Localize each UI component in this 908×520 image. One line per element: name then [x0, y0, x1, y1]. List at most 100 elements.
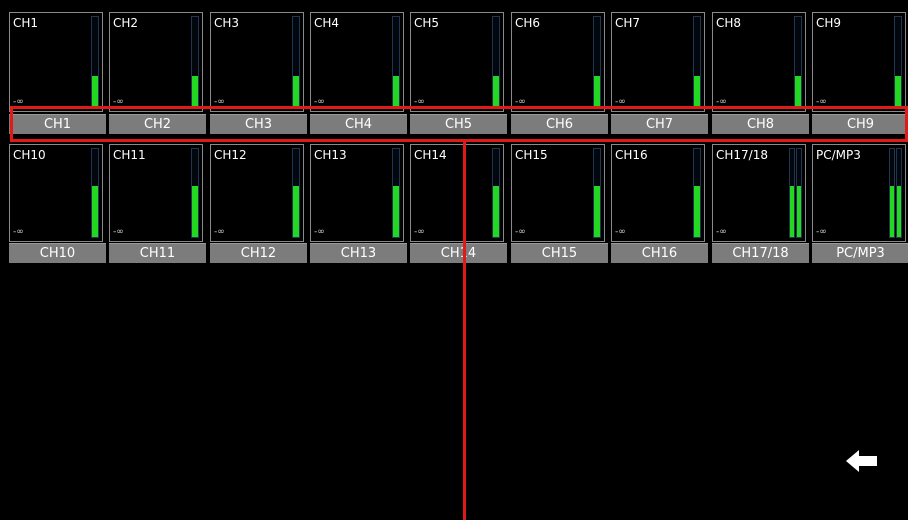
- channel-select-button[interactable]: CH11: [109, 243, 206, 263]
- level-meter: [693, 148, 701, 238]
- channel-select-button[interactable]: PC/MP3: [812, 243, 908, 263]
- meter-panel[interactable]: CH14 -∞: [410, 144, 504, 242]
- meter-panel[interactable]: CH6 -∞: [511, 12, 605, 112]
- meter-panel[interactable]: CH17/18 -∞: [712, 144, 806, 242]
- channel-name-label: CH8: [716, 16, 742, 30]
- channel-select-button[interactable]: CH3: [210, 114, 307, 134]
- channel-select-button[interactable]: CH6: [511, 114, 608, 134]
- channel-select-button[interactable]: CH10: [9, 243, 106, 263]
- channel-name-label: CH7: [615, 16, 641, 30]
- meter-panel[interactable]: CH10 -∞: [9, 144, 103, 242]
- level-meter-fill: [92, 185, 98, 237]
- level-readout: -∞: [113, 227, 124, 237]
- meter-panel[interactable]: CH16 -∞: [611, 144, 705, 242]
- level-meter: [91, 16, 99, 108]
- level-readout: -∞: [716, 227, 727, 237]
- level-meter-fill: [795, 75, 801, 107]
- channel-name-label: CH13: [314, 148, 347, 162]
- level-readout: -∞: [13, 227, 24, 237]
- level-meter-stereo-l: [889, 148, 895, 238]
- level-readout: -∞: [615, 97, 626, 107]
- channel-select-button[interactable]: CH15: [511, 243, 608, 263]
- level-meter: [392, 148, 400, 238]
- channel-name-label: CH10: [13, 148, 46, 162]
- level-meter: [593, 16, 601, 108]
- meter-panel[interactable]: CH8 -∞: [712, 12, 806, 112]
- level-readout: -∞: [615, 227, 626, 237]
- level-meter: [191, 16, 199, 108]
- meter-panel[interactable]: CH11 -∞: [109, 144, 203, 242]
- level-readout: -∞: [113, 97, 124, 107]
- level-meter-fill: [797, 185, 801, 237]
- channel-name-label: CH14: [414, 148, 447, 162]
- channel-name-label: CH16: [615, 148, 648, 162]
- back-arrow-icon: [846, 450, 877, 472]
- level-meter-fill: [92, 75, 98, 107]
- level-readout: -∞: [414, 227, 425, 237]
- level-meter-stereo-r: [796, 148, 802, 238]
- channel-select-button[interactable]: CH5: [410, 114, 507, 134]
- channel-select-button[interactable]: CH4: [310, 114, 407, 134]
- level-meter-fill: [694, 185, 700, 237]
- level-readout: -∞: [214, 227, 225, 237]
- meter-panel[interactable]: CH3 -∞: [210, 12, 304, 112]
- meter-panel[interactable]: CH9 -∞: [812, 12, 906, 112]
- level-meter-stereo-r: [896, 148, 902, 238]
- meter-panel[interactable]: PC/MP3 -∞: [812, 144, 906, 242]
- level-meter-fill: [493, 75, 499, 107]
- level-meter-fill: [895, 75, 901, 107]
- channel-select-button[interactable]: CH14: [410, 243, 507, 263]
- back-button[interactable]: [846, 449, 878, 473]
- channel-select-button[interactable]: CH7: [611, 114, 708, 134]
- channel-select-button[interactable]: CH2: [109, 114, 206, 134]
- level-readout: -∞: [515, 97, 526, 107]
- level-readout: -∞: [716, 97, 727, 107]
- meter-panel[interactable]: CH5 -∞: [410, 12, 504, 112]
- level-readout: -∞: [314, 97, 325, 107]
- channel-name-label: PC/MP3: [816, 148, 861, 162]
- channel-select-button[interactable]: CH12: [210, 243, 307, 263]
- level-meter: [91, 148, 99, 238]
- meter-panel[interactable]: CH7 -∞: [611, 12, 705, 112]
- channel-name-label: CH11: [113, 148, 146, 162]
- level-meter: [492, 16, 500, 108]
- level-meter-fill: [393, 185, 399, 237]
- meter-panel[interactable]: CH2 -∞: [109, 12, 203, 112]
- meter-panel[interactable]: CH13 -∞: [310, 144, 404, 242]
- channel-name-label: CH17/18: [716, 148, 768, 162]
- channel-name-label: CH3: [214, 16, 240, 30]
- level-readout: -∞: [816, 227, 827, 237]
- level-readout: -∞: [816, 97, 827, 107]
- channel-select-button[interactable]: CH13: [310, 243, 407, 263]
- channel-select-button[interactable]: CH8: [712, 114, 809, 134]
- channel-name-label: CH6: [515, 16, 541, 30]
- level-meter: [492, 148, 500, 238]
- channel-select-button[interactable]: CH16: [611, 243, 708, 263]
- level-meter: [894, 16, 902, 108]
- channel-name-label: CH4: [314, 16, 340, 30]
- level-readout: -∞: [314, 227, 325, 237]
- channel-select-button[interactable]: CH9: [812, 114, 908, 134]
- meter-panel[interactable]: CH12 -∞: [210, 144, 304, 242]
- level-meter: [292, 148, 300, 238]
- level-meter-fill: [594, 75, 600, 107]
- channel-grid: CH1 -∞ CH1 CH2 -∞ CH2 CH3 -∞ CH3 CH4 -∞ CH4 CH5 -∞ CH5…: [0, 0, 908, 520]
- channel-name-label: CH15: [515, 148, 548, 162]
- level-meter-fill: [293, 185, 299, 237]
- channel-select-button[interactable]: CH17/18: [712, 243, 809, 263]
- channel-name-label: CH2: [113, 16, 139, 30]
- level-meter-stereo-l: [789, 148, 795, 238]
- channel-name-label: CH12: [214, 148, 247, 162]
- meter-panel[interactable]: CH15 -∞: [511, 144, 605, 242]
- channel-select-button[interactable]: CH1: [9, 114, 106, 134]
- meter-panel[interactable]: CH1 -∞: [9, 12, 103, 112]
- meter-panel[interactable]: CH4 -∞: [310, 12, 404, 112]
- level-meter: [693, 16, 701, 108]
- level-meter-fill: [790, 185, 794, 237]
- level-meter-fill: [293, 75, 299, 107]
- channel-name-label: CH9: [816, 16, 842, 30]
- level-meter-fill: [192, 185, 198, 237]
- level-meter-fill: [694, 75, 700, 107]
- level-meter: [292, 16, 300, 108]
- level-meter-fill: [192, 75, 198, 107]
